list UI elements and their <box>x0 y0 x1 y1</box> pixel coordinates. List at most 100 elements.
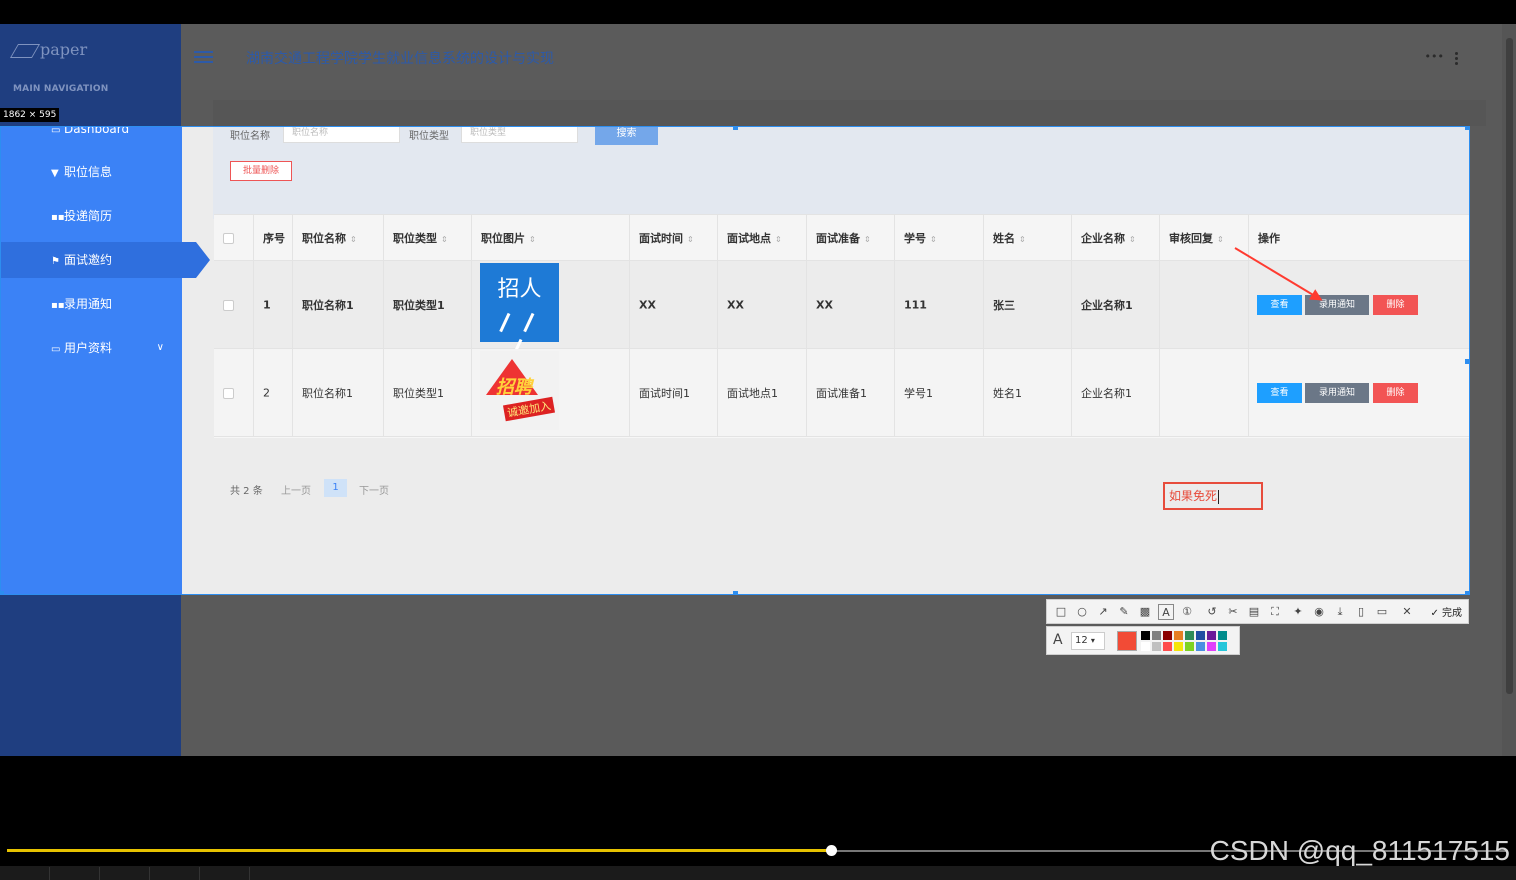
view-button[interactable]: 查看 <box>1257 294 1302 315</box>
sort-icon: ⇕ <box>687 234 694 244</box>
resize-handle[interactable] <box>1465 359 1469 364</box>
record-icon[interactable]: ◉ <box>1311 604 1327 620</box>
student-no-cell: 学号1 <box>904 386 933 400</box>
sidebar-item-jobs[interactable]: ▼ 职位信息 <box>1 154 182 190</box>
batch-delete-button[interactable]: 批量删除 <box>230 161 292 181</box>
mosaic-icon[interactable]: ▩ <box>1137 604 1153 620</box>
color-swatch[interactable] <box>1185 631 1194 640</box>
save-icon[interactable]: ▯ <box>1353 604 1369 620</box>
column-header[interactable]: 职位名称 ⇕ <box>302 230 357 246</box>
text-icon[interactable]: A <box>1158 604 1174 620</box>
offer-notice-button[interactable]: 录用通知 <box>1305 382 1369 403</box>
column-header[interactable]: 面试时间 ⇕ <box>639 230 694 246</box>
interview-place-cell: 面试地点1 <box>727 386 778 400</box>
student-no-cell: 111 <box>904 298 927 311</box>
resize-handle[interactable] <box>1465 591 1469 594</box>
sidebar-item-profile[interactable]: ▭ 用户资料 ∨ <box>1 330 182 366</box>
next-page-button[interactable]: 下一页 <box>359 482 389 497</box>
color-swatch[interactable] <box>1141 631 1150 640</box>
ocr-icon[interactable]: ▤ <box>1246 604 1262 620</box>
scrollbar-thumb[interactable] <box>1506 38 1513 694</box>
download-icon[interactable]: ⤓ <box>1332 604 1348 620</box>
capture-selection[interactable]: ▭ Dashboard ▼ 职位信息 ▪▪投递简历 ⚑ 面试邀约 ▪▪录用通知 ▭ 用户… <box>0 126 1470 595</box>
prev-page-button[interactable]: 上一页 <box>281 482 311 497</box>
more-options-icon[interactable] <box>1455 52 1458 65</box>
column-header[interactable]: 姓名 ⇕ <box>993 230 1026 246</box>
current-color-swatch[interactable] <box>1117 631 1137 651</box>
color-swatch[interactable] <box>1196 631 1205 640</box>
font-size-select[interactable]: 12 ▾ <box>1071 632 1105 650</box>
sidebar-item-dashboard[interactable]: ▭ Dashboard <box>1 126 182 147</box>
dashboard-icon: ▭ <box>51 126 61 136</box>
view-button[interactable]: 查看 <box>1257 382 1302 403</box>
job-type-input[interactable]: 职位类型 <box>461 127 578 143</box>
top-header: 湖南交通工程学院学生就业信息系统的设计与实现 ••• <box>181 24 1502 90</box>
color-swatch[interactable] <box>1185 642 1194 651</box>
vertical-scrollbar[interactable] <box>1502 24 1516 756</box>
translate-icon[interactable]: ⛶ <box>1267 604 1283 620</box>
undo-icon[interactable]: ↺ <box>1204 604 1220 620</box>
job-image[interactable]: 招聘 诚邀加入 <box>480 351 559 430</box>
sidebar-item-resume[interactable]: ▪▪投递简历 <box>1 198 182 234</box>
ellipse-icon[interactable]: ○ <box>1074 604 1090 620</box>
thumbnail-strip <box>0 866 1516 880</box>
select-all-checkbox[interactable] <box>223 232 234 244</box>
close-icon[interactable]: ✕ <box>1399 604 1415 620</box>
capture-toolbar: □ ○ ↗ ✎ ▩ A ① ↺ ✂ ▤ ⛶ ✦ ◉ ⤓ ▯ ▭ ✕ ✓ 完成 <box>1046 599 1469 624</box>
progress-knob[interactable] <box>826 845 837 856</box>
resize-handle[interactable] <box>733 127 738 130</box>
user-menu[interactable]: ••• <box>1425 50 1444 63</box>
job-image[interactable]: 招人 <box>480 263 559 362</box>
color-swatch[interactable] <box>1152 631 1161 640</box>
column-header[interactable]: 面试准备 ⇕ <box>816 230 871 246</box>
rectangle-icon[interactable]: □ <box>1053 604 1069 620</box>
color-swatch[interactable] <box>1141 642 1150 651</box>
color-swatch[interactable] <box>1207 642 1216 651</box>
number-icon[interactable]: ① <box>1179 604 1195 620</box>
arrow-icon[interactable]: ↗ <box>1095 604 1111 620</box>
scissor-icon[interactable]: ✂ <box>1225 604 1241 620</box>
color-swatch[interactable] <box>1163 631 1172 640</box>
flag-icon: ⚑ <box>51 256 60 267</box>
color-swatch[interactable] <box>1218 642 1227 651</box>
color-swatch[interactable] <box>1218 631 1227 640</box>
interview-place-cell: XX <box>727 298 744 311</box>
delete-button[interactable]: 删除 <box>1373 294 1418 315</box>
resize-handle[interactable] <box>1465 127 1469 130</box>
job-name-label: 职位名称 <box>230 131 270 142</box>
column-header[interactable]: 面试地点 ⇕ <box>727 230 782 246</box>
row-checkbox[interactable] <box>223 299 234 311</box>
column-header[interactable]: 审核回复 ⇕ <box>1169 230 1224 246</box>
color-swatch[interactable] <box>1196 642 1205 651</box>
job-name-input[interactable]: 职位名称 <box>283 127 400 143</box>
row-number: 1 <box>263 298 271 311</box>
column-header[interactable]: 企业名称 ⇕ <box>1081 230 1136 246</box>
annotation-text-box[interactable]: 如果免死 <box>1163 482 1263 510</box>
table-row: 2 职位名称1 职位类型1 招聘 诚邀加入 面试时间1 面试地点1 面试准备1 学… <box>214 349 1469 437</box>
delete-button[interactable]: 删除 <box>1373 382 1418 403</box>
column-header[interactable]: 学号 ⇕ <box>904 230 937 246</box>
color-swatch[interactable] <box>1174 642 1183 651</box>
column-header[interactable]: 职位类型 ⇕ <box>393 230 448 246</box>
color-swatch[interactable] <box>1207 631 1216 640</box>
color-swatch[interactable] <box>1163 642 1172 651</box>
sidebar-item-label: 投递简历 <box>64 209 113 223</box>
job-name-cell: 职位名称1 <box>302 298 354 312</box>
pin-icon[interactable]: ✦ <box>1290 604 1306 620</box>
sidebar-item-offer[interactable]: ▪▪录用通知 <box>1 286 182 322</box>
company-cell: 企业名称1 <box>1081 386 1132 400</box>
color-swatch[interactable] <box>1152 642 1161 651</box>
search-button[interactable]: 搜索 <box>595 127 658 145</box>
done-button[interactable]: ✓ 完成 <box>1430 604 1462 619</box>
sidebar-item-interview[interactable]: ⚑ 面试邀约 <box>1 242 210 278</box>
bookmark-icon[interactable]: ▭ <box>1374 604 1390 620</box>
row-checkbox[interactable] <box>223 387 234 399</box>
column-header[interactable]: 职位图片 ⇕ <box>481 230 536 246</box>
text-style-toolbar: A 12 ▾ <box>1046 626 1240 655</box>
pen-icon[interactable]: ✎ <box>1116 604 1132 620</box>
page-1-button[interactable]: 1 <box>324 479 347 497</box>
hamburger-menu-icon[interactable] <box>194 51 213 63</box>
resize-handle[interactable] <box>733 591 738 594</box>
color-swatch[interactable] <box>1174 631 1183 640</box>
resize-handle[interactable] <box>1 591 4 594</box>
